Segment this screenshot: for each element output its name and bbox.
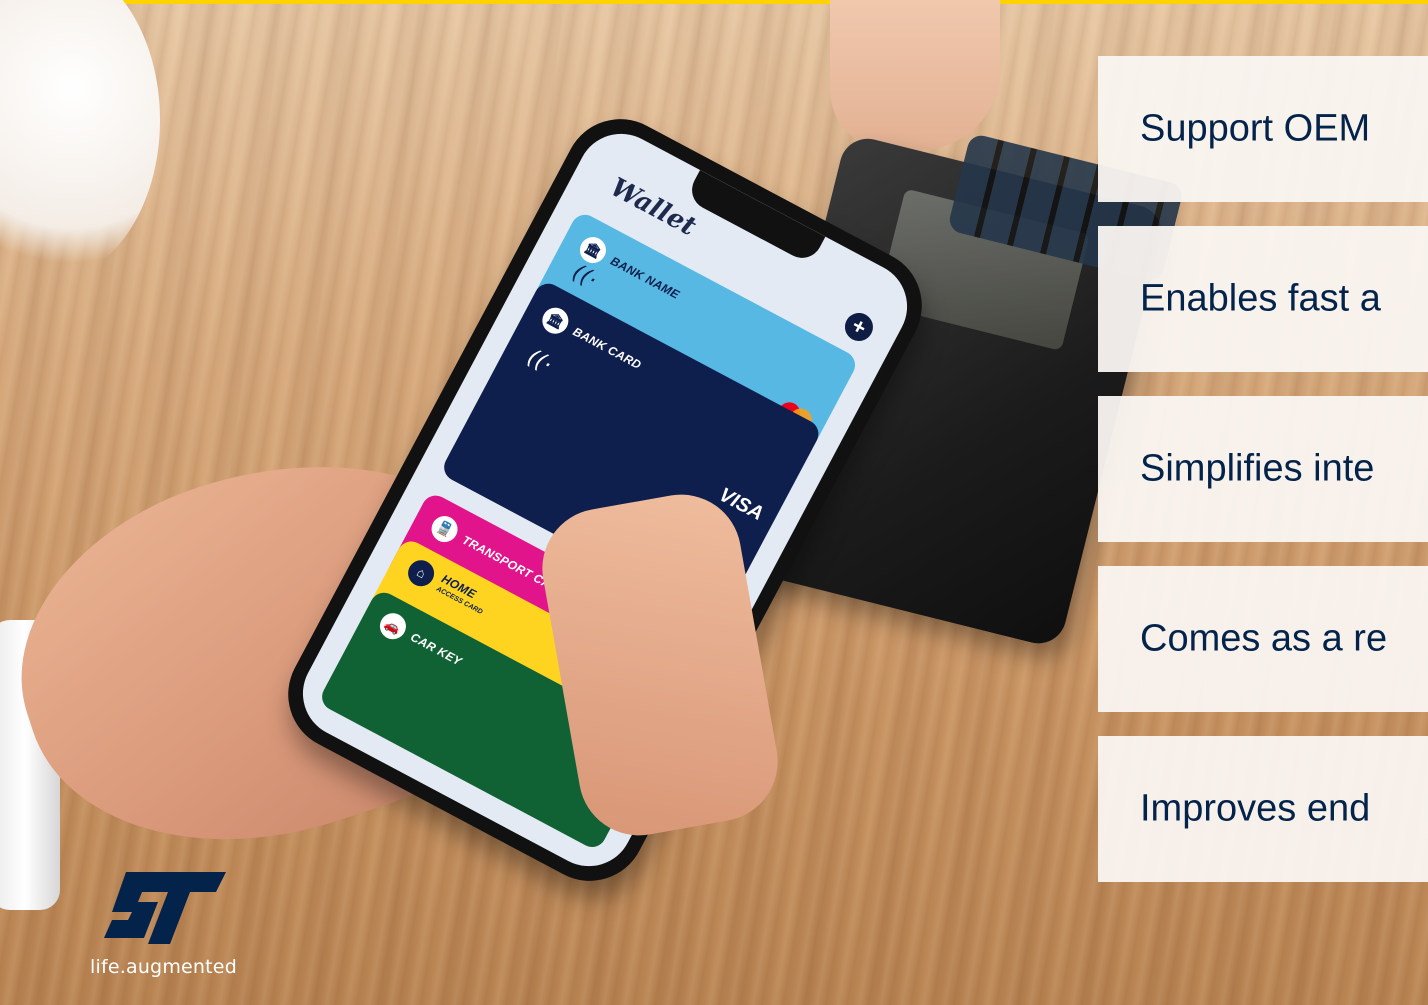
train-icon: 🚆 [426, 511, 463, 547]
feature-text: Comes as a re [1140, 617, 1388, 660]
feature-item: Comes as a re [1098, 566, 1428, 712]
st-logo-icon [104, 872, 226, 944]
car-icon: 🚗 [375, 608, 411, 644]
home-icon: ⌂ [403, 555, 439, 591]
bank-name-label: BANK NAME [608, 253, 682, 302]
add-card-button[interactable]: + [840, 308, 878, 346]
feature-item: Simplifies inte [1098, 396, 1428, 542]
accent-bar [0, 0, 1428, 4]
feature-text: Improves end [1140, 787, 1371, 830]
lamp [0, 0, 160, 280]
bank-card-label: BANK CARD [570, 324, 644, 373]
feature-text: Simplifies inte [1140, 447, 1375, 490]
car-key-label: CAR KEY [408, 629, 465, 669]
feature-item: Enables fast a [1098, 226, 1428, 372]
feature-item: Improves end [1098, 736, 1428, 882]
contactless-icon: ((· [567, 260, 602, 294]
contactless-icon: ((· [522, 344, 556, 379]
st-logo: life.augmented [90, 868, 240, 988]
feature-list: Support OEM Enables fast a Simplifies in… [1098, 56, 1428, 886]
feature-text: Enables fast a [1140, 277, 1381, 320]
feature-item: Support OEM [1098, 56, 1428, 202]
bank-icon: 🏛 [537, 303, 573, 339]
logo-tagline: life.augmented [90, 956, 237, 978]
feature-text: Support OEM [1140, 107, 1371, 150]
